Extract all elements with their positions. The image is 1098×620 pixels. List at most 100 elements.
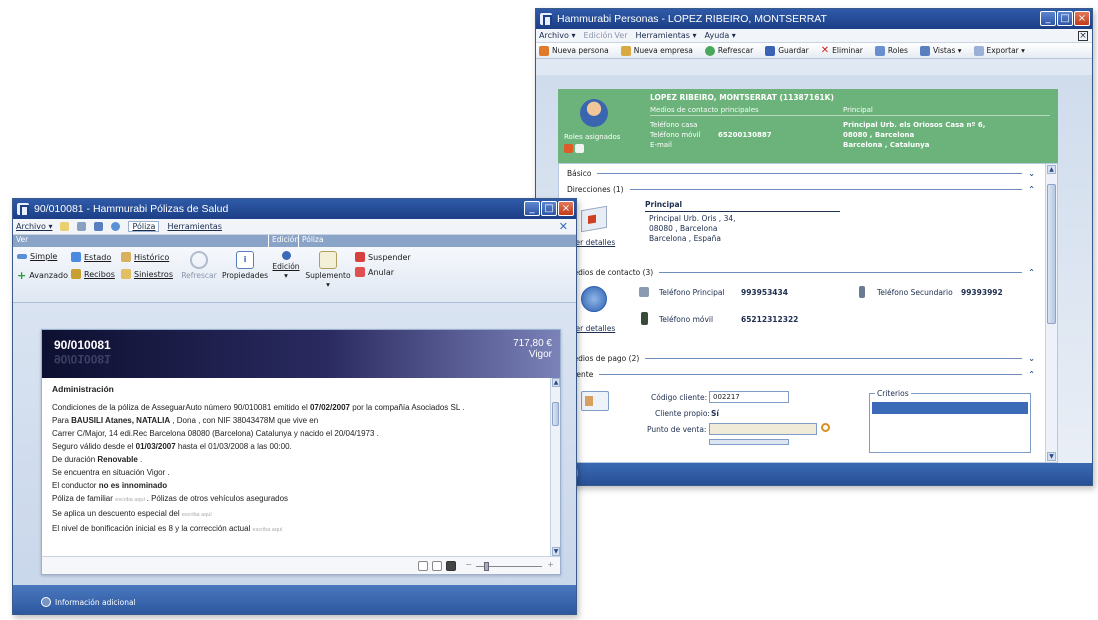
new-person-button[interactable]: Nueva persona — [539, 45, 609, 56]
criteria-selected-row[interactable] — [872, 402, 1028, 414]
view-double-icon[interactable] — [432, 561, 442, 571]
save-icon[interactable] — [94, 222, 104, 231]
contact-label: Medios de contacto principales — [650, 106, 759, 114]
section-payments[interactable]: Medios de pago (2) ⌄ — [567, 353, 1035, 363]
scroll-thumb[interactable] — [552, 402, 559, 426]
minimize-button[interactable]: _ — [524, 201, 540, 216]
line-text: El conductor — [52, 481, 99, 490]
persons-titlebar[interactable]: Hammurabi Personas - LOPEZ RIBEIRO, MONT… — [536, 9, 1092, 29]
menu-herramientas[interactable]: Herramientas ▾ — [635, 31, 696, 40]
phone-icon — [581, 286, 607, 312]
persons-toolbar: Nueva persona Nueva empresa Refrescar Gu… — [536, 43, 1092, 59]
chevron-up-icon[interactable]: ⌃ — [1028, 268, 1035, 277]
client-card-icon — [581, 391, 609, 411]
scroll-down-icon[interactable]: ▼ — [1047, 452, 1056, 461]
chevron-up-icon[interactable]: ⌃ — [1028, 185, 1035, 194]
scroll-down-icon[interactable]: ▼ — [552, 547, 560, 556]
line-bold-text: BAUSILI Atanes, NATALIA — [71, 416, 171, 425]
address-details-link[interactable]: Ver detalles — [571, 238, 615, 247]
menu-ayuda[interactable]: Ayuda ▾ — [705, 31, 736, 40]
export-button[interactable]: Exportar ▾ — [973, 45, 1025, 56]
next-field-input[interactable] — [709, 439, 789, 445]
minimize-button[interactable]: _ — [1040, 11, 1056, 26]
section-client[interactable]: Cliente ⌃ — [567, 369, 1035, 379]
zoom-slider[interactable] — [476, 562, 542, 571]
edicion-button[interactable]: Edición ▾ — [271, 251, 301, 280]
menu-edicion[interactable]: Edición — [583, 31, 612, 40]
anular-button[interactable]: Anular — [355, 267, 394, 277]
siniestros-button[interactable]: Siniestros — [121, 269, 173, 279]
print-icon[interactable] — [77, 222, 87, 231]
historico-button[interactable]: Histórico — [121, 252, 169, 262]
view-grid-icon[interactable] — [446, 561, 456, 571]
zoom-in-icon[interactable]: + — [547, 560, 554, 569]
views-button[interactable]: Vistas ▾ — [919, 45, 962, 56]
zoom-slider-thumb[interactable] — [484, 562, 489, 571]
contacts-details-link[interactable]: Ver detalles — [571, 324, 615, 333]
write-here-field[interactable]: escriba aquí — [115, 497, 147, 503]
suspender-button[interactable]: Suspender — [355, 252, 411, 262]
search-icon[interactable] — [821, 423, 830, 432]
recibos-button[interactable]: Recibos — [71, 269, 115, 279]
line-text: por la compañía Asociados SL . — [350, 403, 465, 412]
policy-scrollbar[interactable]: ▲ ▼ — [550, 378, 560, 556]
chevron-up-icon[interactable]: ⌃ — [1028, 370, 1035, 379]
section-basic[interactable]: Básico ⌄ — [567, 168, 1035, 178]
additional-info-toggle[interactable]: Información adicional — [41, 597, 136, 607]
criteria-box — [869, 393, 1031, 453]
dropdown-arrow-icon[interactable]: ▾ — [303, 280, 353, 289]
help-icon[interactable] — [111, 222, 121, 231]
line-text: De duración — [52, 455, 98, 464]
save-button[interactable]: Guardar — [765, 45, 809, 56]
suplemento-button[interactable]: Suplemento ▾ — [303, 251, 353, 289]
point-of-sale-input[interactable] — [709, 423, 817, 435]
policy-titlebar[interactable]: 90/010081 - Hammurabi Pólizas de Salud _… — [13, 199, 576, 219]
estado-button[interactable]: Estado — [71, 252, 111, 262]
chevron-down-icon[interactable]: ⌄ — [1028, 354, 1035, 363]
menu-archivo[interactable]: Archivo ▾ — [539, 31, 575, 40]
line-text: Seguro válido desde el — [52, 442, 136, 451]
maximize-button[interactable]: □ — [1057, 11, 1073, 26]
menu-ver[interactable]: Ver — [614, 31, 627, 40]
menu-herramientas[interactable]: Herramientas — [167, 222, 222, 231]
new-company-button[interactable]: Nueva empresa — [620, 45, 693, 56]
cancel-icon — [355, 267, 365, 277]
close-button[interactable]: × — [558, 201, 574, 216]
client-code-input[interactable]: 002217 — [709, 391, 789, 403]
section-contacts[interactable]: Medios de contacto (3) ⌃ — [567, 267, 1035, 277]
chevron-down-icon[interactable]: ⌄ — [1028, 169, 1035, 178]
scroll-up-icon[interactable]: ▲ — [552, 378, 560, 387]
simple-button[interactable]: Simple — [17, 252, 57, 261]
mdi-close-icon[interactable]: × — [1078, 30, 1088, 41]
section-addresses[interactable]: Direcciones (1) ⌃ — [567, 184, 1035, 194]
menu-poliza[interactable]: Póliza — [128, 221, 160, 232]
delete-button[interactable]: ✕ Eliminar — [821, 45, 863, 56]
persons-scrollbar[interactable]: ▲ ▼ — [1045, 164, 1057, 462]
write-here-field[interactable]: escriba aquí — [182, 512, 212, 518]
claims-icon — [121, 269, 131, 279]
new-document-icon[interactable] — [60, 222, 70, 231]
policy-window-title: 90/010081 - Hammurabi Pólizas de Salud — [34, 203, 229, 215]
avanzado-button[interactable]: + Avanzado — [17, 269, 68, 282]
policy-line: Se encuentra en situación Vigor . — [52, 466, 538, 479]
role-icon[interactable] — [564, 144, 573, 153]
zoom-out-icon[interactable]: − — [465, 560, 472, 569]
roles-button[interactable]: Roles — [874, 45, 908, 56]
write-here-field[interactable]: escriba aquí — [253, 527, 283, 533]
mdi-close-icon[interactable]: ✕ — [559, 220, 568, 233]
persons-menubar: Archivo ▾ Edición Ver Herramientas ▾ Ayu… — [536, 29, 1092, 43]
scroll-up-icon[interactable]: ▲ — [1047, 165, 1056, 174]
maximize-button[interactable]: □ — [541, 201, 557, 216]
refrescar-button[interactable]: Refrescar — [175, 251, 223, 280]
address-title: Principal — [645, 200, 683, 209]
propiedades-button[interactable]: i Propiedades — [219, 251, 271, 280]
menu-archivo[interactable]: Archivo ▾ — [16, 222, 52, 231]
scroll-thumb[interactable] — [1047, 184, 1056, 324]
point-of-sale-label: Punto de venta: — [647, 425, 707, 434]
role-icon[interactable] — [575, 144, 584, 153]
phone-principal-label: Teléfono Principal — [659, 288, 725, 297]
refresh-button[interactable]: Refrescar — [704, 45, 753, 56]
dropdown-arrow-icon[interactable]: ▾ — [271, 271, 301, 280]
view-single-icon[interactable] — [418, 561, 428, 571]
close-button[interactable]: × — [1074, 11, 1090, 26]
